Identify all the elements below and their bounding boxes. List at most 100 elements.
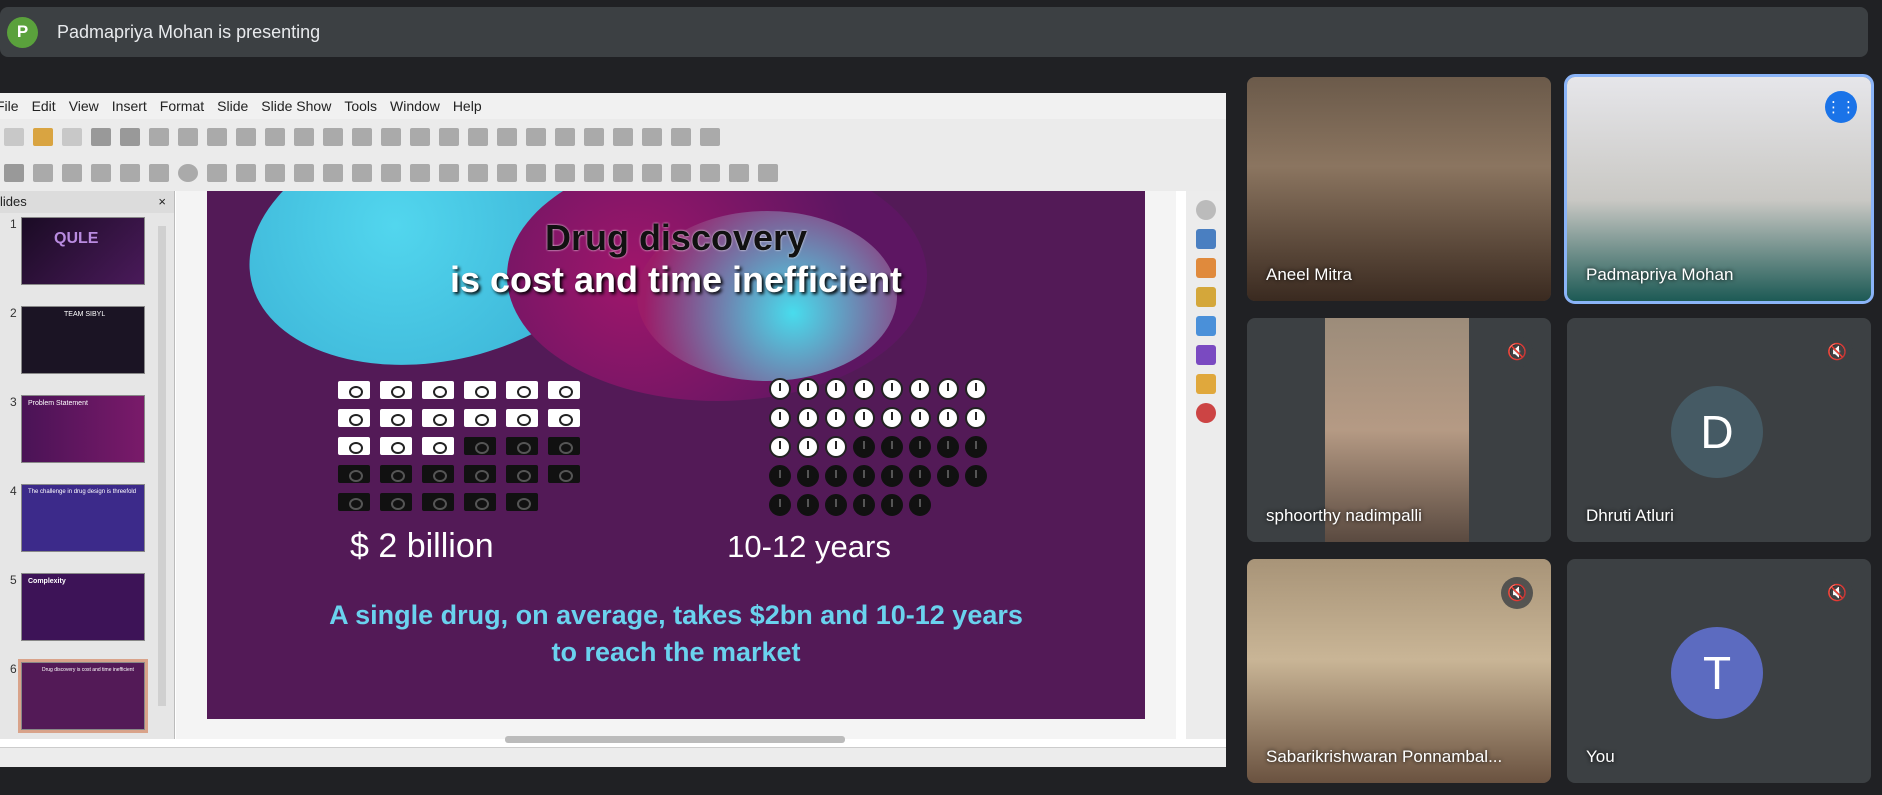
shared-screen: File Edit View Insert Format Slide Slide…	[0, 93, 1226, 767]
rotate-icon[interactable]	[497, 164, 517, 182]
master-slides-icon[interactable]	[1196, 258, 1216, 278]
participant-tile[interactable]: Aneel Mitra	[1247, 77, 1551, 301]
open-icon[interactable]	[33, 128, 53, 146]
slide-thumbnail-6[interactable]: 6 Drug discovery is cost and time ineffi…	[6, 659, 148, 733]
line-color-icon[interactable]	[62, 164, 82, 182]
start-current-icon[interactable]	[468, 128, 488, 146]
participant-tile[interactable]: ⋮⋮ Padmapriya Mohan	[1564, 74, 1874, 304]
copy-icon[interactable]	[178, 128, 198, 146]
thumbnail-number: 3	[10, 395, 17, 409]
distribute-icon[interactable]	[584, 164, 604, 182]
fill-color-icon[interactable]	[91, 164, 111, 182]
menu-tools[interactable]: Tools	[344, 98, 377, 114]
close-icon[interactable]: ×	[158, 191, 166, 213]
navigator-icon[interactable]	[1196, 374, 1216, 394]
menu-insert[interactable]: Insert	[112, 98, 147, 114]
line-icon[interactable]	[120, 164, 140, 182]
export-pdf-icon[interactable]	[91, 128, 111, 146]
presenting-label: Padmapriya Mohan is presenting	[57, 21, 321, 42]
ellipse-icon[interactable]	[178, 164, 198, 182]
textbox-icon[interactable]	[584, 128, 604, 146]
redo-icon[interactable]	[294, 128, 314, 146]
curve-icon[interactable]	[236, 164, 256, 182]
menu-edit[interactable]: Edit	[32, 98, 56, 114]
block-arrows-icon[interactable]	[352, 164, 372, 182]
start-first-icon[interactable]	[439, 128, 459, 146]
animation-icon[interactable]	[1196, 287, 1216, 307]
slide-thumbnail-4[interactable]: 4 The challenge in drug design is threef…	[6, 484, 146, 554]
symbol-shapes-icon[interactable]	[323, 164, 343, 182]
slide-transition-icon[interactable]	[1196, 229, 1216, 249]
gallery-icon[interactable]	[1196, 316, 1216, 336]
special-char-icon[interactable]	[613, 128, 633, 146]
clone-icon[interactable]	[236, 128, 256, 146]
properties-icon[interactable]	[1196, 200, 1216, 220]
menu-window[interactable]: Window	[390, 98, 440, 114]
spellcheck-icon[interactable]	[323, 128, 343, 146]
status-bar	[0, 747, 1226, 767]
crop-icon[interactable]	[642, 164, 662, 182]
align-icon[interactable]	[526, 164, 546, 182]
slides-scrollbar[interactable]	[158, 226, 166, 706]
paste-icon[interactable]	[207, 128, 227, 146]
slide-thumbnail-2[interactable]: 2 TEAM SIBYL	[6, 306, 146, 376]
undo-icon[interactable]	[265, 128, 285, 146]
participant-tile[interactable]: 🔇 sphoorthy nadimpalli	[1247, 318, 1551, 542]
image-icon[interactable]	[526, 128, 546, 146]
hyperlink-icon[interactable]	[671, 128, 691, 146]
clock-icon	[965, 407, 987, 429]
participant-name: sphoorthy nadimpalli	[1266, 506, 1422, 525]
basic-shapes-icon[interactable]	[294, 164, 314, 182]
new-icon[interactable]	[4, 128, 24, 146]
participant-tile[interactable]: 🔇 T You	[1567, 559, 1871, 783]
stars-icon[interactable]	[439, 164, 459, 182]
points-icon[interactable]	[729, 164, 749, 182]
participant-tile[interactable]: 🔇 D Dhruti Atluri	[1567, 318, 1871, 542]
menu-file[interactable]: File	[0, 98, 19, 114]
transformations-icon[interactable]	[700, 164, 720, 182]
menu-format[interactable]: Format	[160, 98, 204, 114]
menu-slide-show[interactable]: Slide Show	[261, 98, 331, 114]
current-slide[interactable]: Drug discovery is cost and time ineffici…	[207, 191, 1145, 719]
grid-icon[interactable]	[352, 128, 372, 146]
money-icon	[380, 493, 412, 511]
clock-icon	[937, 407, 959, 429]
slide-thumbnail-1[interactable]: 1 QULE	[6, 217, 146, 287]
display-views-icon[interactable]	[381, 128, 401, 146]
glue-icon[interactable]	[758, 164, 778, 182]
horizontal-scrollbar[interactable]	[505, 736, 845, 743]
callouts-icon[interactable]	[410, 164, 430, 182]
rectangle-icon[interactable]	[149, 164, 169, 182]
clock-icon	[769, 436, 791, 458]
shadow-icon[interactable]	[613, 164, 633, 182]
shapes-icon[interactable]	[1196, 403, 1216, 423]
master-slide-icon[interactable]	[410, 128, 430, 146]
filter-icon[interactable]	[671, 164, 691, 182]
clock-icon	[825, 378, 847, 400]
styles-icon[interactable]	[1196, 345, 1216, 365]
select-icon[interactable]	[4, 164, 24, 182]
cut-icon[interactable]	[149, 128, 169, 146]
chart-icon[interactable]	[555, 128, 575, 146]
connector-icon[interactable]	[265, 164, 285, 182]
print-icon[interactable]	[120, 128, 140, 146]
thumbnail-number: 1	[10, 217, 17, 231]
menu-view[interactable]: View	[69, 98, 99, 114]
flowchart-icon[interactable]	[381, 164, 401, 182]
clock-icon	[769, 465, 791, 487]
arrange-icon[interactable]	[555, 164, 575, 182]
show-draw-icon[interactable]	[700, 128, 720, 146]
table-icon[interactable]	[497, 128, 517, 146]
zoom-icon[interactable]	[33, 164, 53, 182]
clock-icon	[909, 407, 931, 429]
menu-slide[interactable]: Slide	[217, 98, 248, 114]
save-icon[interactable]	[62, 128, 82, 146]
arrow-icon[interactable]	[207, 164, 227, 182]
clock-icon-grid	[769, 378, 993, 516]
menu-help[interactable]: Help	[453, 98, 482, 114]
slide-thumbnail-5[interactable]: 5 Complexity	[6, 573, 146, 643]
3d-objects-icon[interactable]	[468, 164, 488, 182]
slide-thumbnail-3[interactable]: 3 Problem Statement	[6, 395, 146, 465]
participant-tile[interactable]: 🔇 Sabarikrishwaran Ponnambal...	[1247, 559, 1551, 783]
fontwork-icon[interactable]	[642, 128, 662, 146]
